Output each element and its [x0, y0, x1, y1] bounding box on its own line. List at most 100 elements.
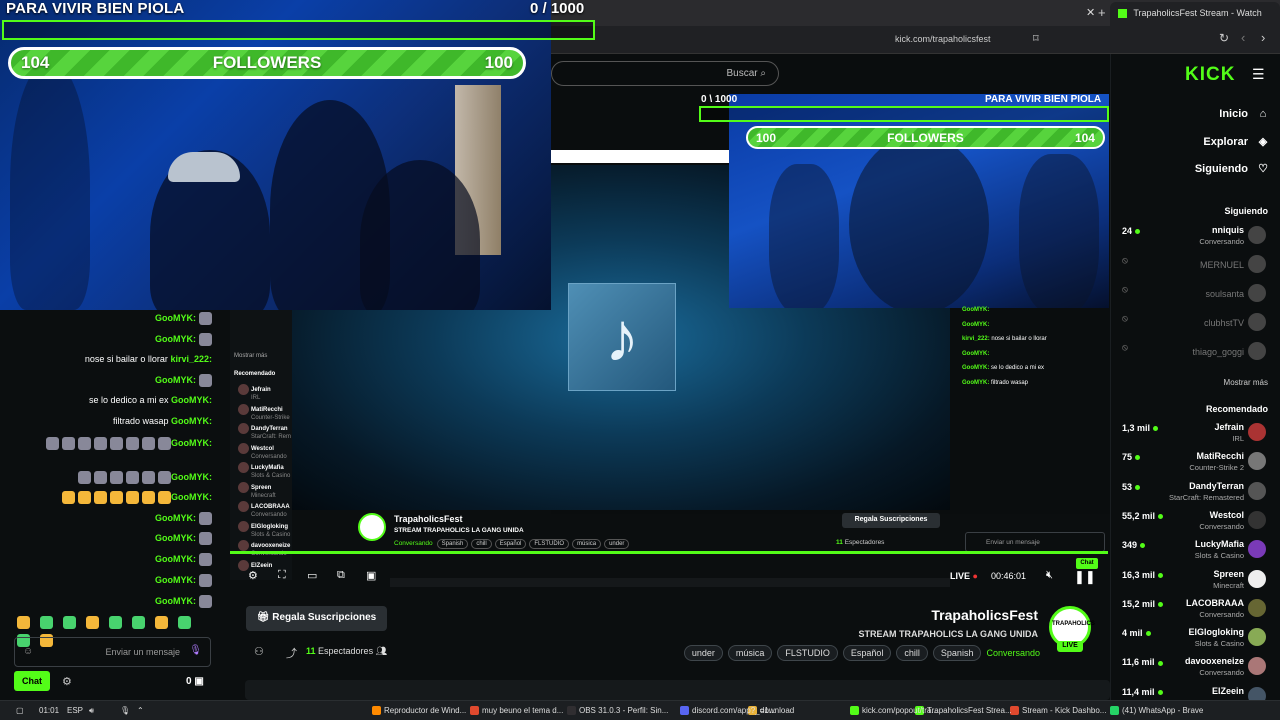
- mini-streamer-avatar[interactable]: [358, 513, 386, 541]
- chat-username[interactable]: GooMYK:: [171, 416, 212, 426]
- recommended-channel[interactable]: 4 mil ElGlogloking Slots & Casino: [1118, 626, 1270, 654]
- emote-picker-icon[interactable]: [109, 616, 122, 630]
- clip-icon[interactable]: ▣: [366, 569, 376, 582]
- mini-streamer-name[interactable]: TrapaholicsFest: [394, 514, 463, 524]
- emoji-icon[interactable]: ☺: [23, 646, 33, 657]
- taskbar-item[interactable]: kick.com/popout/tra...: [850, 706, 938, 716]
- recommended-channel[interactable]: 15,2 mil LACOBRAAA Conversando: [1118, 597, 1270, 625]
- recommended-channel[interactable]: 349 LuckyMafia Slots & Casino: [1118, 538, 1270, 566]
- search-input[interactable]: Buscar ⌕: [551, 61, 779, 86]
- mini-chat-input[interactable]: Enviar un mensaje: [965, 532, 1105, 552]
- language[interactable]: ESP: [67, 706, 83, 715]
- chat-username[interactable]: GooMYK:: [171, 472, 212, 482]
- chat-input[interactable]: Enviar un mensaje ☺ 🎙︎: [14, 637, 211, 667]
- mini-show-more[interactable]: Mostrar más: [234, 353, 267, 359]
- close-tab-icon[interactable]: ✕: [1086, 6, 1095, 19]
- following-channel[interactable]: ⦸ MERNUEL: [1118, 253, 1270, 281]
- mini-tag[interactable]: música: [572, 539, 602, 549]
- menu-icon[interactable]: ☰: [1252, 66, 1265, 83]
- mini-category[interactable]: Conversando: [394, 540, 433, 547]
- taskbar-item[interactable]: discord.com/app?_=1...: [680, 706, 775, 716]
- video-progress-bar[interactable]: [228, 551, 1108, 554]
- mini-tag[interactable]: under: [604, 539, 630, 549]
- stream-tag[interactable]: Español: [842, 645, 892, 661]
- address-bar[interactable]: kick.com/trapaholicsfest: [895, 34, 991, 44]
- recommended-channel[interactable]: 16,3 mil Spreen Minecraft: [1118, 568, 1270, 596]
- emote-picker-icon[interactable]: [155, 616, 168, 630]
- chat-username[interactable]: GooMYK:: [155, 334, 196, 344]
- chat-username[interactable]: GooMYK:: [155, 513, 196, 523]
- chat-username[interactable]: GooMYK:: [171, 492, 212, 502]
- mini-tag[interactable]: FLSTUDIO: [529, 539, 570, 549]
- mini-channel[interactable]: LuckyMafia Slots & Casino: [238, 462, 290, 479]
- nav-item-2[interactable]: Siguiendo ♡: [1120, 162, 1270, 175]
- show-more-link[interactable]: Mostrar más: [1120, 378, 1268, 387]
- browser-tab-active[interactable]: TrapaholicsFest Stream - Watch ✕: [1086, 2, 1280, 26]
- taskbar-item[interactable]: Stream - Kick Dashbo...: [1010, 706, 1106, 716]
- chat-username[interactable]: GooMYK:: [171, 438, 212, 448]
- nav-item-0[interactable]: Inicio ⌂: [1120, 108, 1270, 120]
- recommended-channel[interactable]: 11,6 mil davooxeneize Conversando: [1118, 655, 1270, 683]
- stream-tag[interactable]: música: [727, 645, 773, 661]
- chat-username[interactable]: kirvi_222:: [170, 354, 212, 364]
- mini-channel[interactable]: ElGlogloking Slots & Casino: [238, 520, 290, 538]
- fullscreen-icon[interactable]: ⛶: [278, 569, 286, 582]
- chat-username[interactable]: GooMYK:: [155, 554, 196, 564]
- mute-icon[interactable]: 🔇︎: [1046, 569, 1053, 582]
- mic-tray-icon[interactable]: 🎙︎: [120, 706, 130, 715]
- stream-tag[interactable]: FLSTUDIO: [777, 645, 838, 661]
- settings-icon[interactable]: ⚙: [248, 569, 258, 582]
- bookmark-icon[interactable]: ⌑: [1033, 32, 1039, 45]
- mini-tag[interactable]: Español: [494, 539, 527, 549]
- chat-username[interactable]: GooMYK:: [155, 313, 196, 323]
- emote-picker-icon[interactable]: [132, 616, 145, 630]
- chat-username[interactable]: GooMYK:: [155, 575, 196, 585]
- mini-channel[interactable]: Westcol Conversando: [238, 442, 287, 460]
- mini-chat-button[interactable]: Chat: [1076, 558, 1098, 569]
- notification-icon[interactable]: ▢: [16, 706, 24, 715]
- chat-username[interactable]: GooMYK:: [171, 395, 212, 405]
- chat-username[interactable]: GooMYK:: [155, 375, 196, 385]
- emote-picker-icon[interactable]: [63, 616, 76, 630]
- stream-category[interactable]: Conversando: [986, 646, 1040, 660]
- kick-logo[interactable]: KICK: [1185, 64, 1235, 86]
- stream-tag[interactable]: chill: [896, 645, 928, 661]
- following-channel[interactable]: ⦸ clubhstTV: [1118, 311, 1270, 339]
- recommended-channel[interactable]: 53 DandyTerran StarCraft: Remastered: [1118, 480, 1270, 508]
- new-tab-icon[interactable]: +: [1098, 5, 1106, 20]
- tray-chevron-icon[interactable]: ⌃: [137, 706, 144, 715]
- mini-tag[interactable]: chill: [471, 539, 492, 549]
- mini-channel[interactable]: Spreen Minecraft: [238, 481, 276, 499]
- forward-icon[interactable]: ‹: [1241, 30, 1245, 45]
- mini-channel[interactable]: MatiRecchi Counter-Strike: [238, 403, 290, 421]
- volume-icon[interactable]: 🔊︎: [89, 706, 94, 716]
- mini-channel[interactable]: LACOBRAAA Conversando: [238, 501, 290, 518]
- chat-username[interactable]: GooMYK:: [155, 533, 196, 543]
- chat-username[interactable]: GooMYK:: [155, 596, 196, 606]
- back-icon[interactable]: ›: [1261, 30, 1265, 45]
- following-channel[interactable]: ⦸ soulsanta: [1118, 282, 1270, 310]
- streamer-name[interactable]: TrapaholicsFest: [820, 607, 1038, 623]
- reload-icon[interactable]: ↻: [1219, 31, 1229, 45]
- taskbar-item[interactable]: OBS 31.0.3 - Perfil: Sin...: [567, 706, 668, 716]
- recommended-channel[interactable]: 75 MatiRecchi Counter-Strike 2: [1118, 450, 1270, 478]
- theater-icon[interactable]: ▭: [307, 569, 317, 582]
- mini-gift-button[interactable]: Regala Suscripciones: [842, 513, 940, 528]
- gift-subs-button[interactable]: 🎁︎ Regala Suscripciones: [246, 606, 387, 631]
- emote-picker-icon[interactable]: [178, 616, 191, 630]
- taskbar-item[interactable]: muy beuno el tema d...: [470, 706, 563, 716]
- following-channel[interactable]: 24 nniquis Conversando: [1118, 224, 1270, 252]
- mini-channel[interactable]: davooxeneize Conversando: [238, 540, 290, 557]
- taskbar-item[interactable]: Reproductor de Wind...: [372, 706, 466, 716]
- emote-bar[interactable]: [14, 614, 214, 648]
- chat-settings-icon[interactable]: ⚙: [62, 675, 72, 688]
- stream-tag[interactable]: under: [683, 645, 723, 661]
- pip-icon[interactable]: ⧉: [337, 569, 345, 582]
- recommended-channel[interactable]: 55,2 mil Westcol Conversando: [1118, 509, 1270, 537]
- mini-channel[interactable]: DandyTerran StarCraft: Rem: [238, 423, 291, 440]
- share-icon[interactable]: ⤴: [286, 645, 297, 661]
- stream-tag[interactable]: Spanish: [932, 645, 982, 661]
- pause-icon[interactable]: ❚❚: [1074, 569, 1096, 585]
- emote-picker-icon[interactable]: [17, 616, 30, 630]
- mini-channel[interactable]: Jefrain IRL: [238, 384, 271, 401]
